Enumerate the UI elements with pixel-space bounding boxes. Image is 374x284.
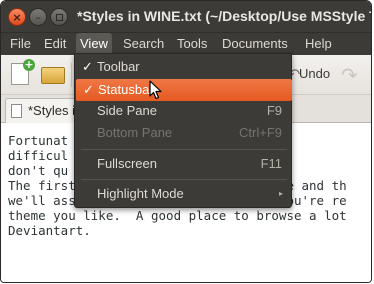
maximize-button[interactable] — [50, 8, 68, 26]
undo-label: Undo — [299, 66, 331, 81]
menu-file[interactable]: File — [6, 33, 35, 55]
window-title: *Styles in WINE.txt (~/Desktop/Use MSSty… — [77, 8, 372, 24]
plus-icon: + — [23, 58, 35, 71]
menu-edit[interactable]: Edit — [40, 33, 70, 55]
view-menu-item-statusbar[interactable]: ✓ Statusbar — [76, 79, 292, 101]
close-button[interactable]: × — [8, 8, 26, 26]
redo-icon[interactable]: ↷ — [341, 63, 358, 87]
menu-item-label: Side Pane — [97, 103, 157, 118]
menu-item-label: Fullscreen — [97, 156, 157, 171]
view-menu-dropdown: ✓ Toolbar ✓ Statusbar Side Pane F9 Botto… — [74, 53, 292, 208]
menu-item-accelerator: F11 — [260, 156, 282, 171]
view-menu-item-highlight-mode[interactable]: Highlight Mode ▸ — [75, 183, 291, 205]
menu-item-label: Highlight Mode — [97, 186, 184, 201]
submenu-arrow-icon: ▸ — [278, 189, 283, 198]
tab-label: *Styles i — [28, 103, 75, 118]
open-folder-icon[interactable] — [41, 67, 65, 84]
menu-item-accelerator: Ctrl+F9 — [239, 125, 282, 140]
minimize-button[interactable]: – — [29, 8, 47, 26]
check-icon: ✓ — [83, 82, 94, 97]
menu-separator — [81, 149, 287, 150]
menu-view[interactable]: View — [76, 33, 112, 55]
mouse-pointer-icon — [149, 80, 162, 100]
menu-documents[interactable]: Documents — [218, 33, 292, 55]
menu-item-label: Bottom Pane — [97, 125, 173, 140]
toolbar-separator — [71, 63, 72, 87]
menu-item-label: Toolbar — [97, 59, 140, 74]
view-menu-item-fullscreen[interactable]: Fullscreen F11 — [75, 153, 291, 175]
menu-separator — [81, 179, 287, 180]
view-menu-item-toolbar[interactable]: ✓ Toolbar — [75, 56, 291, 78]
close-icon: × — [12, 10, 22, 24]
menu-tools[interactable]: Tools — [173, 33, 211, 55]
minimize-icon: – — [35, 10, 41, 24]
check-icon: ✓ — [82, 59, 93, 74]
editor-line: Deviantart. — [8, 223, 91, 238]
menu-search[interactable]: Search — [119, 33, 168, 55]
view-menu-item-side-pane[interactable]: Side Pane F9 — [75, 100, 291, 122]
menu-help[interactable]: Help — [301, 33, 336, 55]
maximize-icon — [55, 13, 63, 21]
text-file-icon — [11, 104, 22, 118]
menu-item-accelerator: F9 — [266, 103, 282, 118]
view-menu-item-bottom-pane: Bottom Pane Ctrl+F9 — [75, 122, 291, 144]
title-bar[interactable]: × – *Styles in WINE.txt (~/Desktop/Use M… — [1, 1, 371, 33]
menu-bar: File Edit View Search Tools Documents He… — [1, 33, 371, 55]
menu-item-label: Statusbar — [98, 82, 154, 97]
editor-line: theme you like. A good place to browse a… — [8, 208, 347, 223]
